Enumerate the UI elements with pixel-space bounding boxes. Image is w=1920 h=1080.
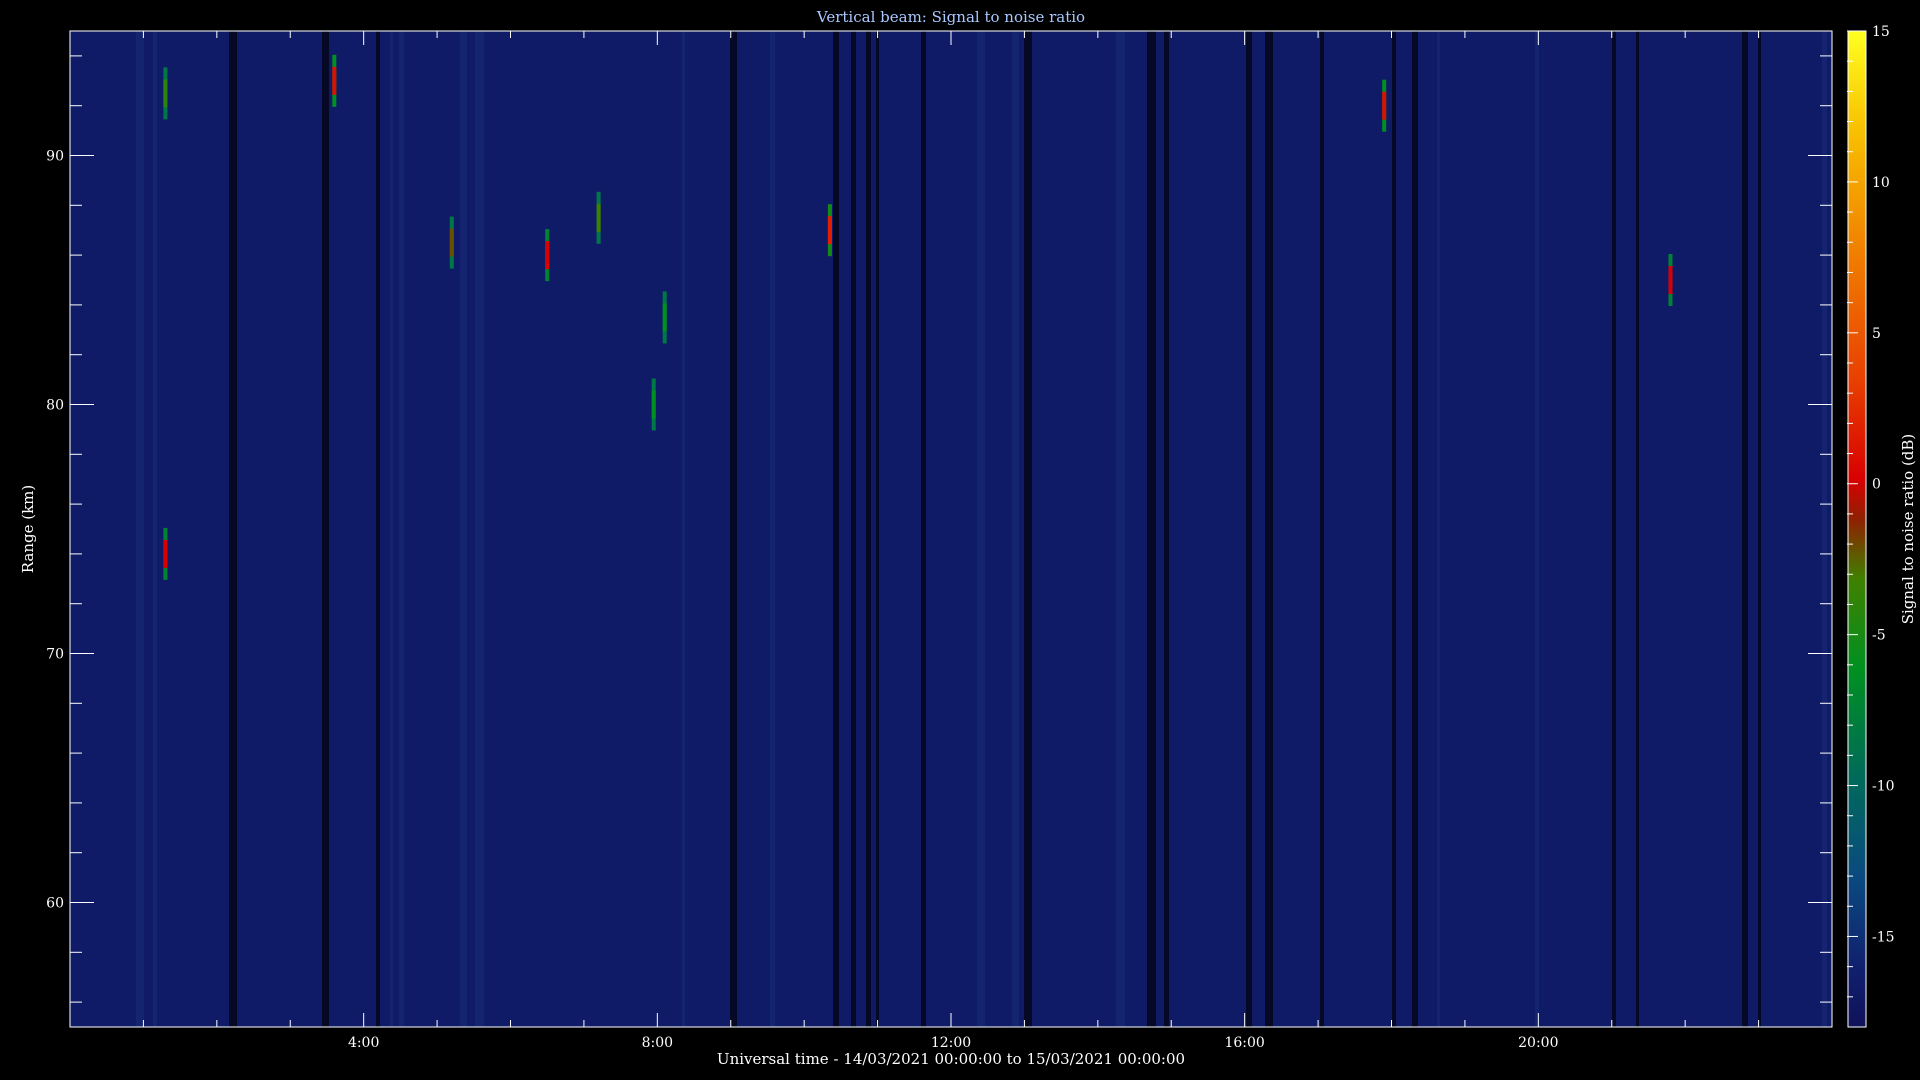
heatmap-column bbox=[1758, 31, 1761, 1027]
echo-core bbox=[449, 228, 454, 257]
heatmap-column bbox=[833, 31, 839, 1027]
heatmap-column bbox=[376, 31, 380, 1027]
heatmap-column bbox=[1412, 31, 1418, 1027]
heatmap-column bbox=[322, 31, 329, 1027]
echo-core bbox=[1668, 266, 1673, 294]
heatmap-column bbox=[1012, 31, 1019, 1027]
heatmap-column bbox=[460, 31, 467, 1027]
echo-core bbox=[596, 203, 601, 232]
colorbar-tick-label: 5 bbox=[1872, 326, 1881, 342]
heatmap-column bbox=[136, 31, 144, 1027]
x-tick-label: 20:00 bbox=[1518, 1035, 1558, 1051]
colorbar-tick-label: 15 bbox=[1872, 24, 1890, 40]
colorbar-tick-label: 0 bbox=[1872, 477, 1881, 493]
echo-core bbox=[163, 539, 168, 568]
background-field bbox=[70, 31, 1832, 1027]
x-tick-label: 8:00 bbox=[642, 1035, 673, 1051]
heatmap-column bbox=[682, 31, 685, 1027]
heatmap-column bbox=[1535, 31, 1539, 1027]
heatmap-column bbox=[229, 31, 237, 1027]
heatmap-column bbox=[1024, 31, 1032, 1027]
y-tick-label: 80 bbox=[46, 398, 64, 414]
heatmap-column bbox=[390, 31, 393, 1027]
heatmap-column bbox=[153, 31, 157, 1027]
heatmap-column bbox=[1164, 31, 1169, 1027]
heatmap-column bbox=[876, 31, 879, 1027]
y-tick-label: 60 bbox=[46, 896, 64, 912]
heatmap-column bbox=[1437, 31, 1440, 1027]
x-tick-label: 12:00 bbox=[931, 1035, 971, 1051]
echo-core bbox=[545, 241, 550, 270]
echo-core bbox=[651, 390, 656, 419]
y-tick-label: 70 bbox=[46, 647, 64, 663]
heatmap-column bbox=[1320, 31, 1324, 1027]
heatmap-column bbox=[1392, 31, 1396, 1027]
heatmap-column bbox=[1742, 31, 1748, 1027]
heatmap-column bbox=[399, 31, 404, 1027]
colorbar-tick-label: -15 bbox=[1872, 929, 1895, 945]
colorbar-tick-label: 10 bbox=[1872, 175, 1890, 191]
heatmap-column bbox=[1147, 31, 1156, 1027]
echo-core bbox=[1382, 91, 1387, 120]
heatmap-column bbox=[1246, 31, 1252, 1027]
heatmap-column bbox=[475, 31, 484, 1027]
x-tick-label: 4:00 bbox=[348, 1035, 379, 1051]
y-tick-label: 90 bbox=[46, 149, 64, 165]
colorbar-tick-label: -10 bbox=[1872, 779, 1895, 795]
heatmap-column bbox=[730, 31, 737, 1027]
y-axis-label: Range (km) bbox=[19, 485, 37, 574]
colorbar-tick-label: -5 bbox=[1872, 628, 1886, 644]
colorbar-label: Signal to noise ratio (dB) bbox=[1899, 434, 1917, 625]
heatmap-column bbox=[851, 31, 856, 1027]
echo-core bbox=[827, 216, 832, 245]
colorbar bbox=[1847, 30, 1867, 1028]
echo-core bbox=[662, 303, 667, 332]
x-tick-label: 16:00 bbox=[1224, 1035, 1264, 1051]
echo-core bbox=[332, 66, 337, 95]
heatmap-background bbox=[70, 31, 1832, 1027]
heatmap-column bbox=[866, 31, 871, 1027]
heatmap-column bbox=[977, 31, 985, 1027]
x-axis-label: Universal time - 14/03/2021 00:00:00 to … bbox=[717, 1050, 1185, 1068]
heatmap-column bbox=[1265, 31, 1273, 1027]
heatmap-column bbox=[1636, 31, 1639, 1027]
heatmap-column bbox=[770, 31, 775, 1027]
echo-core bbox=[163, 79, 168, 108]
heatmap-column bbox=[1612, 31, 1616, 1027]
snr-heatmap-chart: Vertical beam: Signal to noise ratio 4:0… bbox=[19, 8, 1917, 1068]
heatmap-column bbox=[1822, 31, 1827, 1027]
heatmap-column bbox=[1116, 31, 1125, 1027]
chart-title: Vertical beam: Signal to noise ratio bbox=[816, 8, 1085, 26]
heatmap-column bbox=[921, 31, 926, 1027]
